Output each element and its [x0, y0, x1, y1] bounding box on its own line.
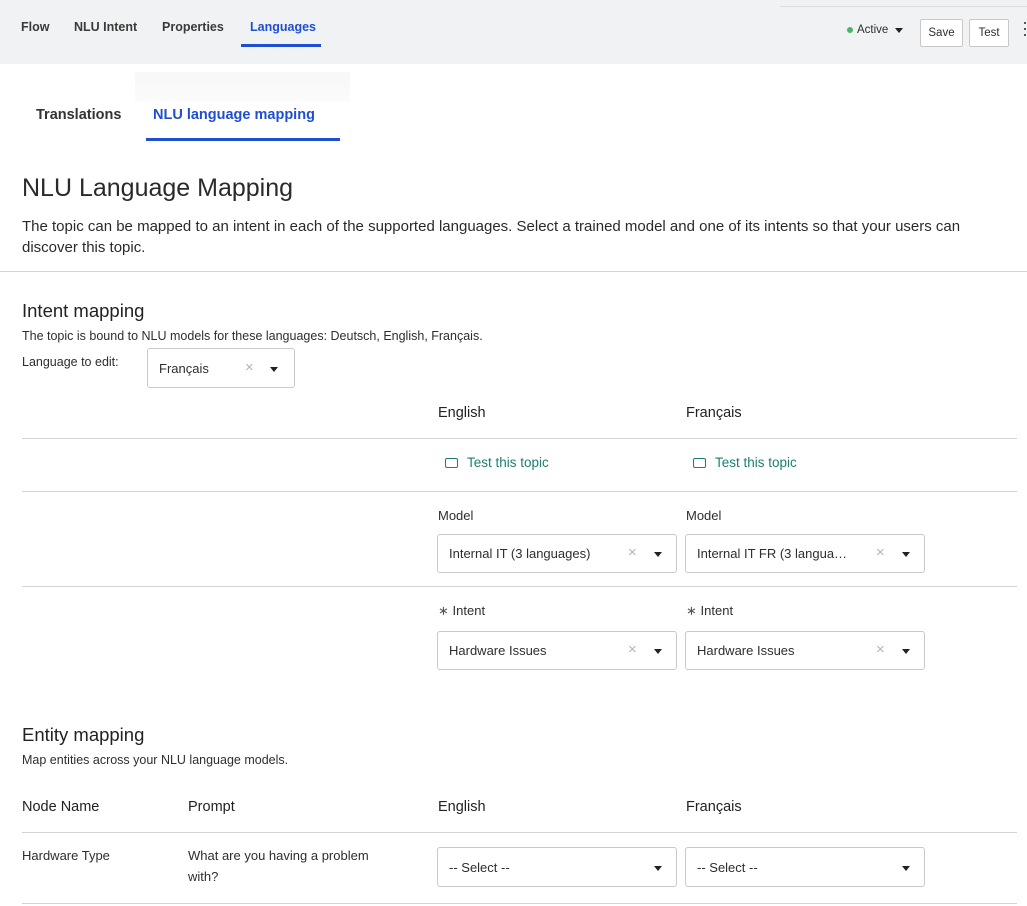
table-divider — [22, 491, 1017, 492]
test-topic-english-link[interactable]: Test this topic — [445, 453, 549, 470]
active-tab-indicator — [241, 44, 321, 47]
intent-french-value: Hardware Issues — [697, 643, 795, 658]
language-select[interactable]: Français × — [147, 348, 295, 388]
tab-languages[interactable]: Languages — [250, 20, 316, 34]
chat-bubble-icon — [693, 453, 706, 468]
page-title: NLU Language Mapping — [22, 174, 294, 202]
prompt-cell-line1: What are you having a problem — [188, 848, 369, 863]
clear-icon[interactable]: × — [628, 641, 637, 658]
entity-select-french[interactable]: -- Select -- — [685, 847, 925, 887]
column-node-name: Node Name — [22, 799, 100, 815]
table-divider — [22, 832, 1017, 833]
intent-select-french[interactable]: Hardware Issues × — [685, 631, 925, 670]
model-select-french[interactable]: Internal IT FR (3 langua… × — [685, 534, 925, 573]
language-select-value: Français — [159, 361, 209, 376]
toolbar-divider — [780, 6, 1027, 7]
bound-languages-text: The topic is bound to NLU models for the… — [22, 329, 483, 343]
test-topic-label: Test this topic — [467, 455, 549, 470]
chevron-down-icon — [902, 649, 910, 654]
prompt-cell-line2: with? — [188, 869, 219, 884]
status-label: Active — [857, 24, 889, 36]
model-label-english: Model — [438, 508, 474, 523]
tab-properties[interactable]: Properties — [162, 20, 224, 34]
entity-mapping-subtitle: Map entities across your NLU language mo… — [22, 753, 289, 767]
model-label-french: Model — [686, 508, 722, 523]
column-prompt: Prompt — [188, 799, 235, 815]
more-options-icon[interactable] — [1023, 22, 1027, 42]
tab-translations[interactable]: Translations — [36, 107, 121, 123]
model-french-value: Internal IT FR (3 langua… — [697, 546, 848, 561]
intent-label-english: ∗ Intent — [438, 603, 485, 619]
intent-select-english[interactable]: Hardware Issues × — [437, 631, 677, 670]
table-divider — [22, 903, 1017, 904]
required-asterisk: ∗ — [438, 603, 449, 618]
entity-select-english[interactable]: -- Select -- — [437, 847, 677, 887]
chevron-down-icon — [902, 552, 910, 557]
decorative-blur — [135, 72, 350, 102]
test-topic-french-link[interactable]: Test this topic — [693, 453, 797, 470]
chevron-down-icon — [654, 866, 662, 871]
column-french: Français — [686, 405, 742, 421]
entity-mapping-heading: Entity mapping — [22, 724, 145, 745]
chevron-down-icon — [654, 552, 662, 557]
page-description: The topic can be mapped to an intent in … — [22, 218, 961, 256]
node-name-cell: Hardware Type — [22, 848, 110, 863]
intent-label-text: Intent — [452, 603, 486, 618]
table-divider — [22, 438, 1017, 439]
tab-nlu-intent[interactable]: NLU Intent — [74, 20, 137, 34]
chevron-down-icon — [270, 367, 278, 372]
status-dot-icon — [847, 27, 853, 33]
chevron-down-icon — [895, 27, 904, 33]
test-topic-label: Test this topic — [715, 455, 797, 470]
clear-icon[interactable]: × — [876, 544, 885, 561]
clear-icon[interactable]: × — [245, 359, 254, 376]
chevron-down-icon — [654, 649, 662, 654]
section-divider — [0, 271, 1027, 272]
entity-english-value: -- Select -- — [449, 860, 510, 875]
model-select-english[interactable]: Internal IT (3 languages) × — [437, 534, 677, 573]
column-english: English — [438, 405, 486, 421]
test-button[interactable]: Test — [969, 19, 1009, 47]
intent-mapping-heading: Intent mapping — [22, 300, 145, 321]
tab-nlu-language-mapping[interactable]: NLU language mapping — [153, 107, 315, 123]
status-dropdown[interactable]: Active — [847, 24, 904, 36]
clear-icon[interactable]: × — [628, 544, 637, 561]
column-french: Français — [686, 799, 742, 815]
language-to-edit-label: Language to edit: — [22, 355, 119, 369]
column-english: English — [438, 799, 486, 815]
intent-label-french: ∗ Intent — [686, 603, 733, 619]
chevron-down-icon — [902, 866, 910, 871]
entity-french-value: -- Select -- — [697, 860, 758, 875]
table-divider — [22, 586, 1017, 587]
chat-bubble-icon — [445, 453, 458, 468]
save-button[interactable]: Save — [920, 19, 963, 47]
intent-label-text: Intent — [700, 603, 734, 618]
tab-flow[interactable]: Flow — [21, 20, 49, 34]
active-subtab-indicator — [146, 138, 340, 141]
clear-icon[interactable]: × — [876, 641, 885, 658]
intent-english-value: Hardware Issues — [449, 643, 547, 658]
model-english-value: Internal IT (3 languages) — [449, 546, 591, 561]
required-asterisk: ∗ — [686, 603, 697, 618]
